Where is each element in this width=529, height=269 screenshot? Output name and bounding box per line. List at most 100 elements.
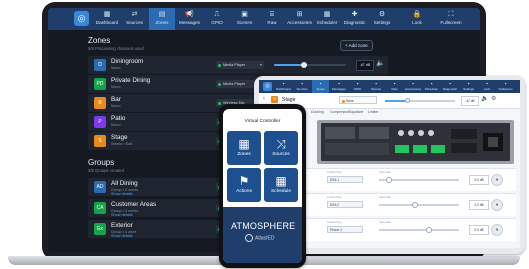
- mute-icon[interactable]: ●: [491, 199, 503, 211]
- zone-type: Mono: [111, 85, 121, 89]
- tile-zones[interactable]: ▦ Zones: [227, 131, 261, 165]
- nav-label: Zones: [155, 20, 169, 25]
- tablet-nav-zones[interactable]: ▪ Zones: [312, 80, 329, 93]
- tab-compressor[interactable]: Compressor: [330, 110, 349, 114]
- nav-label: Fullscreen: [498, 87, 513, 91]
- zone-volume-slider[interactable]: [274, 62, 346, 68]
- speaker-icon[interactable]: 🔈: [376, 59, 385, 67]
- nav-sources[interactable]: ⇄ Sources: [122, 8, 148, 30]
- tablet-nav-gpio[interactable]: ▪ GPIO: [349, 80, 366, 93]
- zone-type: Mono: [111, 66, 121, 70]
- nav-diagnostic[interactable]: ✚ Diagnostic: [342, 8, 368, 30]
- accessories-icon: ⊞: [296, 11, 303, 18]
- brand-strip: ATMOSPHERE AtlasIED: [223, 207, 302, 263]
- source-select[interactable]: None: [339, 96, 377, 104]
- nav-label: Diagnostic: [442, 87, 457, 91]
- settings-gear-icon[interactable]: ⚙: [491, 95, 496, 102]
- group-details-link[interactable]: Show details: [111, 213, 133, 217]
- tab-ducking[interactable]: Ducking: [311, 110, 324, 114]
- gain-slider[interactable]: [379, 226, 459, 233]
- atmosphere-wordmark: ATMOSPHERE: [231, 221, 296, 231]
- add-zone-button[interactable]: + Add zone: [340, 40, 373, 51]
- atlasied-logo: AtlasIED: [245, 234, 274, 242]
- gain-knob[interactable]: [385, 176, 392, 183]
- zones-subtitle: 5/8 Processing channels used: [88, 46, 144, 51]
- group-badge-icon: CA: [94, 202, 106, 214]
- atmosphere-logo-icon: ◎: [263, 82, 272, 91]
- tab-limiter[interactable]: Limiter: [368, 110, 379, 114]
- zone-db-readout[interactable]: -67 dB: [356, 60, 374, 71]
- group-details-link[interactable]: Show details: [111, 192, 133, 196]
- source-status-dot: [218, 101, 221, 105]
- tablet-nav-dashboard[interactable]: ▪ Dashboard: [275, 80, 292, 93]
- channel-select[interactable]: DSA 1: [327, 176, 363, 183]
- diagnostic-icon: ✚: [351, 11, 358, 18]
- tablet-nav-fullscreen[interactable]: ▪ Fullscreen: [497, 80, 514, 93]
- tablet-nav-sources[interactable]: ▪ Sources: [294, 80, 311, 93]
- tablet-nav-raw[interactable]: ▪ Raw: [386, 80, 403, 93]
- zones-title: Zones: [88, 36, 111, 45]
- channel-select[interactable]: DSA 2: [327, 201, 363, 208]
- zone-badge-icon: S: [94, 135, 106, 147]
- gain-knob[interactable]: [425, 226, 432, 233]
- tablet-nav-scenes[interactable]: ▪ Scenes: [368, 80, 385, 93]
- nav-accessories[interactable]: ⊞ Accessories: [287, 8, 313, 30]
- group-badge-icon: AD: [94, 181, 106, 193]
- nav-label: Accessories: [404, 87, 422, 91]
- tablet-nav-messages[interactable]: ▪ Messages: [331, 80, 348, 93]
- nav-label: Fullscreen: [440, 20, 462, 25]
- tablet-nav-settings[interactable]: ▪ Settings: [460, 80, 477, 93]
- tile-schedule[interactable]: ▦ Schedule: [264, 168, 298, 202]
- grid-icon: ▦: [103, 11, 111, 18]
- zone-name: Patio: [111, 115, 126, 122]
- gain-value[interactable]: 0.0 dB: [469, 225, 489, 235]
- gain-knob[interactable]: [412, 201, 418, 208]
- group-details-link[interactable]: Show details: [111, 234, 133, 238]
- gain-slider[interactable]: [379, 176, 459, 183]
- tile-actions[interactable]: ⚑ Actions: [227, 168, 261, 202]
- atlas-globe-icon: [245, 234, 253, 242]
- volume-knob[interactable]: [404, 98, 410, 103]
- nav-scenes[interactable]: ▣ Scenes: [232, 8, 258, 30]
- nav-label: Dashboard: [95, 20, 119, 25]
- nav-messages[interactable]: 📢 Messages: [177, 8, 203, 30]
- nav-dashboard[interactable]: ▦ Dashboard: [94, 8, 120, 30]
- back-icon[interactable]: ‹: [263, 96, 265, 102]
- nav-raw[interactable]: ⌸ Raw: [259, 8, 285, 30]
- nav-settings[interactable]: ⚙ Settings: [369, 8, 395, 30]
- gear-icon: ⚙: [378, 11, 386, 18]
- tablet-nav-diagnostic[interactable]: ▪ Diagnostic: [442, 80, 459, 93]
- group-name: Exterior: [111, 222, 133, 229]
- phone-screen: Virtual Controller ▦ Zones ⤨ Sources ⚑ Action…: [223, 109, 302, 263]
- gain-value[interactable]: 0.0 dB: [469, 200, 489, 210]
- raw-icon: ⌸: [269, 11, 275, 18]
- channel-select[interactable]: Phone 1: [327, 226, 363, 233]
- tablet-nav-scheduler[interactable]: ▪ Scheduler: [423, 80, 440, 93]
- speaker-icon[interactable]: 🔈: [481, 95, 488, 102]
- zone-source-select[interactable]: Media Player ▾: [216, 61, 264, 69]
- nav-fullscreen[interactable]: ⛶ Fullscreen: [438, 8, 464, 30]
- nav-label: Accessories: [287, 20, 312, 25]
- nav-scheduler[interactable]: ▦ Scheduler: [314, 8, 340, 30]
- nav-label: Settings: [463, 87, 474, 91]
- zone-volume-slider[interactable]: [385, 98, 455, 103]
- mute-icon[interactable]: ●: [491, 174, 503, 186]
- zone-name: Private Dining: [111, 77, 151, 84]
- nav-zones[interactable]: ▤ Zones: [149, 8, 175, 30]
- nav-gpio[interactable]: ⎍ GPIO: [204, 8, 230, 30]
- mute-icon[interactable]: ●: [491, 224, 503, 236]
- gain-slider[interactable]: [379, 201, 459, 208]
- tab-equalizer[interactable]: Equalizer: [349, 110, 364, 114]
- zone-db-readout[interactable]: -47 dB: [461, 96, 479, 106]
- volume-knob[interactable]: [301, 62, 308, 68]
- nav-label: Lock: [483, 87, 491, 91]
- tablet-nav-lock[interactable]: ▪ Lock: [479, 80, 496, 93]
- fullscreen-icon: ⛶: [448, 11, 454, 18]
- zone-source-value: Media Player: [223, 63, 246, 67]
- nav-lock[interactable]: 🔒 Lock: [404, 8, 430, 30]
- tile-sources[interactable]: ⤨ Sources: [264, 131, 298, 165]
- zone-row[interactable]: D Diningroom Mono Media Player ▾ -67 dB 🔈: [88, 56, 388, 74]
- gain-value[interactable]: 0.0 dB: [469, 175, 489, 185]
- nav-label: Sources: [126, 20, 143, 25]
- tablet-nav-accessories[interactable]: ▪ Accessories: [405, 80, 422, 93]
